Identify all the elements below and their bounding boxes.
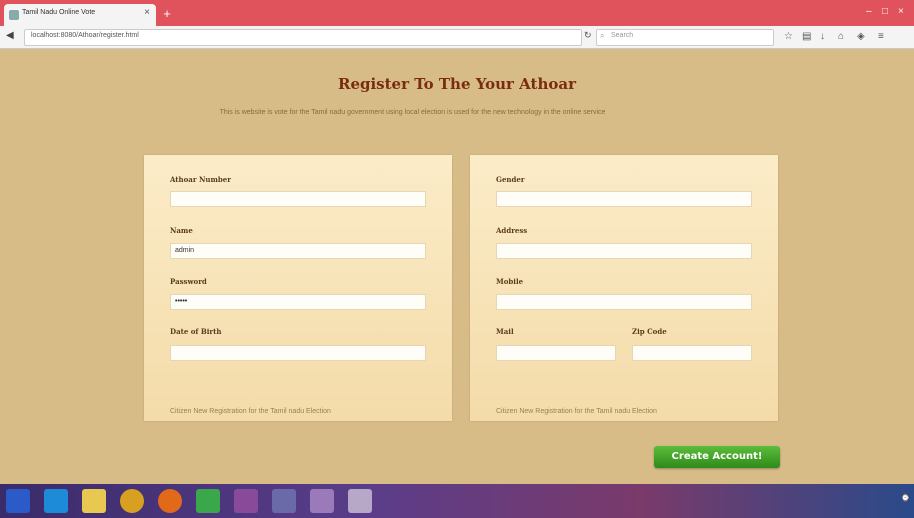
tab-close-icon[interactable]: × xyxy=(144,7,150,18)
aadhaar-input[interactable] xyxy=(170,191,426,207)
app-purple-icon[interactable] xyxy=(234,489,258,513)
password-input[interactable]: ••••• xyxy=(170,294,426,310)
start-icon[interactable] xyxy=(6,489,30,513)
search-icon: ⌕ xyxy=(600,31,605,40)
tab-favicon-icon xyxy=(9,10,19,20)
file-explorer-icon[interactable] xyxy=(82,489,106,513)
left-footnote: Citizen New Registration for the Tamil n… xyxy=(170,408,331,415)
name-label: Name xyxy=(170,226,193,235)
menu-icon[interactable]: ≡ xyxy=(878,31,884,42)
left-form-panel: Athoar Number Name admin Password ••••• … xyxy=(144,155,452,421)
app-grey-icon[interactable] xyxy=(348,489,372,513)
search-placeholder: Search xyxy=(611,32,634,39)
gender-label: Gender xyxy=(496,175,525,184)
home-icon[interactable]: ⌂ xyxy=(838,31,844,42)
page-subtitle: This is website is vote for the Tamil na… xyxy=(219,109,606,116)
address-input[interactable] xyxy=(496,243,752,259)
right-footnote: Citizen New Registration for the Tamil n… xyxy=(496,408,657,415)
minimize-icon[interactable]: – xyxy=(866,6,872,17)
shield-icon[interactable]: ◈ xyxy=(857,31,865,42)
gender-input[interactable] xyxy=(496,191,752,207)
browser-navbar: ◀ localhost:8080/Athoar/register.html ↻ … xyxy=(0,26,914,49)
maximize-icon[interactable]: □ xyxy=(882,6,888,17)
tab-title: Tamil Nadu Online Vote xyxy=(22,9,96,16)
right-form-panel: Gender Address Mobile Mail Zip Code Citi… xyxy=(470,155,778,421)
back-icon[interactable]: ◀ xyxy=(6,30,14,41)
reload-icon[interactable]: ↻ xyxy=(584,30,592,41)
close-window-icon[interactable]: × xyxy=(898,6,904,17)
browser-titlebar: Tamil Nadu Online Vote × + – □ × xyxy=(0,0,914,26)
dob-input[interactable] xyxy=(170,345,426,361)
page-content: Register To The Your Athoar This is webs… xyxy=(0,49,914,484)
bookmarks-icon[interactable]: ▤ xyxy=(802,31,811,42)
mobile-label: Mobile xyxy=(496,277,524,286)
mail-input[interactable] xyxy=(496,345,616,361)
zip-label: Zip Code xyxy=(632,327,667,336)
search-input[interactable]: ⌕ Search xyxy=(596,29,774,46)
app-violet-icon[interactable] xyxy=(310,489,334,513)
new-tab-button[interactable]: + xyxy=(160,7,174,21)
address-label: Address xyxy=(496,226,528,235)
internet-explorer-icon[interactable] xyxy=(44,489,68,513)
zip-input[interactable] xyxy=(632,345,752,361)
create-account-button[interactable]: Create Account! xyxy=(654,446,780,468)
dob-label: Date of Birth xyxy=(170,327,222,336)
windows-taskbar: ⌚ xyxy=(0,484,914,518)
mail-label: Mail xyxy=(496,327,514,336)
aadhaar-label: Athoar Number xyxy=(170,175,231,184)
system-tray-clock[interactable]: ⌚ xyxy=(901,494,910,502)
app-green-icon[interactable] xyxy=(196,489,220,513)
page-title: Register To The Your Athoar xyxy=(337,75,576,93)
mobile-input[interactable] xyxy=(496,294,752,310)
download-icon[interactable]: ↓ xyxy=(820,31,825,42)
password-label: Password xyxy=(170,277,207,286)
url-text: localhost:8080/Athoar/register.html xyxy=(31,32,139,39)
app-blue-icon[interactable] xyxy=(272,489,296,513)
url-bar[interactable]: localhost:8080/Athoar/register.html xyxy=(24,29,582,46)
star-icon[interactable]: ☆ xyxy=(784,31,793,42)
firefox-icon[interactable] xyxy=(158,489,182,513)
name-input[interactable]: admin xyxy=(170,243,426,259)
chrome-icon[interactable] xyxy=(120,489,144,513)
browser-tab[interactable]: Tamil Nadu Online Vote × xyxy=(4,4,156,26)
